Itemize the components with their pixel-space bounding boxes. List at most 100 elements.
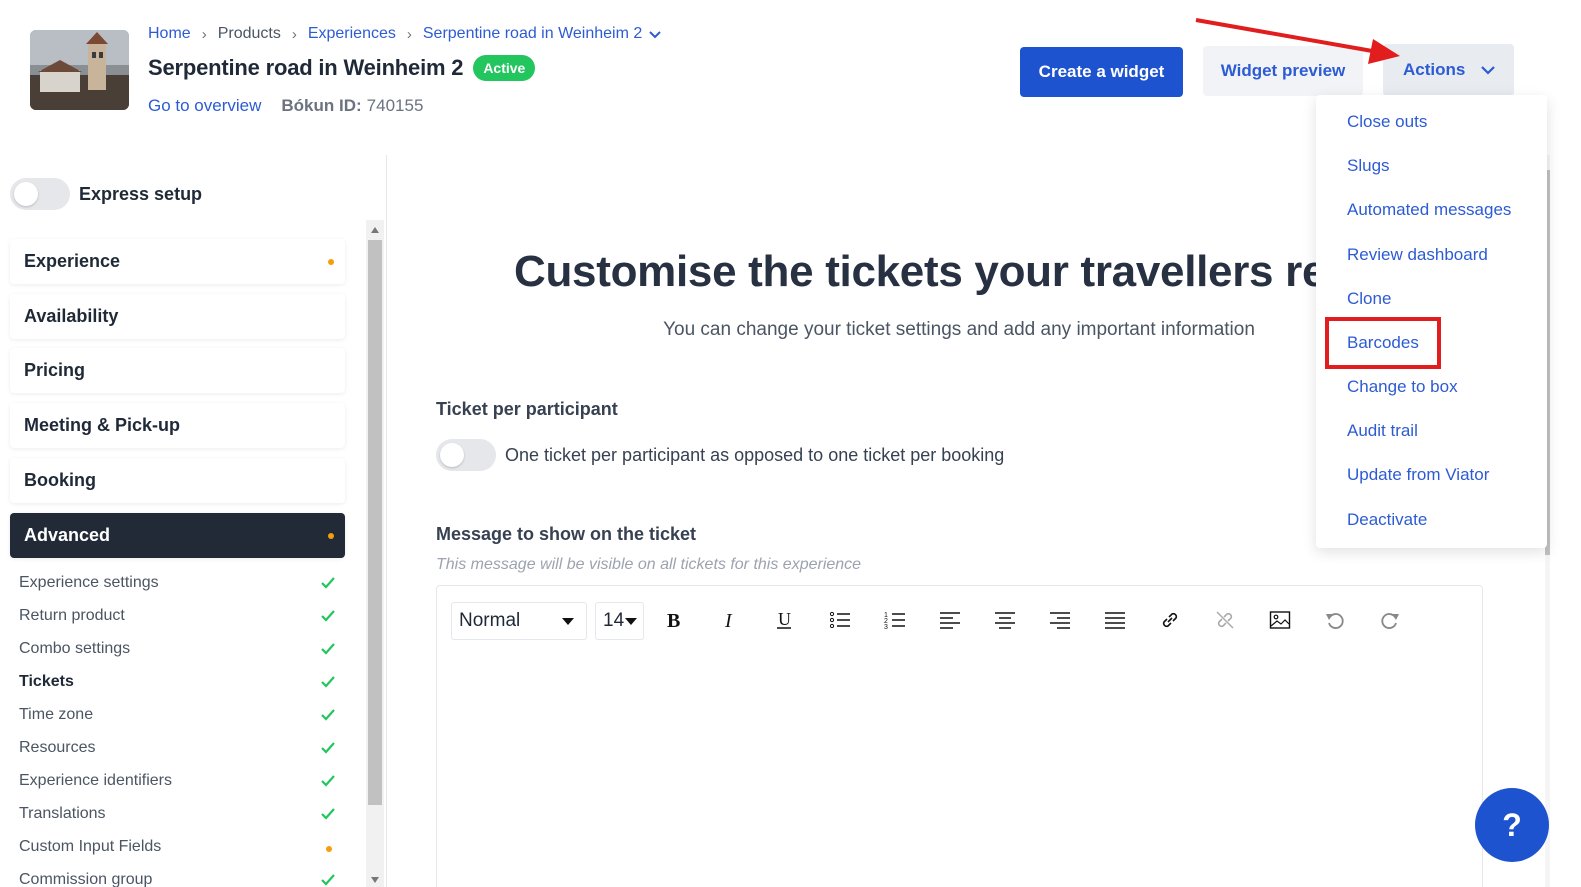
- subitem-label: Time zone: [19, 706, 94, 723]
- subitem-translations[interactable]: Translations: [19, 805, 337, 827]
- check-icon: [321, 775, 335, 787]
- svg-text:B: B: [667, 610, 680, 630]
- menu-item-clone[interactable]: Clone: [1347, 289, 1391, 309]
- scrollbar-thumb[interactable]: [368, 240, 382, 805]
- check-icon: [321, 742, 335, 754]
- subitem-label: Translations: [19, 805, 106, 822]
- menu-item-close-outs[interactable]: Close outs: [1347, 112, 1427, 132]
- check-icon: [321, 808, 335, 820]
- chevron-down-icon[interactable]: [648, 27, 662, 41]
- italic-icon[interactable]: I: [716, 607, 742, 633]
- sidebar-item-meeting-pickup[interactable]: Meeting & Pick-up: [10, 403, 345, 448]
- ticket-per-participant-text: One ticket per participant as opposed to…: [505, 444, 1005, 465]
- link-icon[interactable]: [1157, 607, 1183, 633]
- sidebar-item-label: Availability: [24, 306, 119, 326]
- align-right-icon[interactable]: [1047, 607, 1073, 633]
- breadcrumb-products[interactable]: Products: [218, 25, 281, 43]
- sidebar-item-experience[interactable]: Experience: [10, 239, 345, 284]
- sidebar-item-pricing[interactable]: Pricing: [10, 348, 345, 393]
- actions-button[interactable]: Actions: [1383, 44, 1514, 96]
- create-widget-button[interactable]: Create a widget: [1020, 47, 1183, 97]
- breadcrumb-home[interactable]: Home: [148, 25, 191, 43]
- align-center-icon[interactable]: [992, 607, 1018, 633]
- sidebar-item-label: Experience: [24, 251, 121, 271]
- redo-icon[interactable]: [1377, 607, 1403, 633]
- ticket-per-participant-toggle[interactable]: [436, 439, 496, 471]
- title-row: Serpentine road in Weinheim 2 Active: [148, 55, 536, 81]
- status-dot-icon: [326, 846, 332, 852]
- numbered-list-icon[interactable]: 123: [882, 607, 908, 633]
- underline-icon[interactable]: U: [771, 607, 797, 633]
- subitem-label: Experience identifiers: [19, 772, 172, 789]
- menu-item-audit-trail[interactable]: Audit trail: [1347, 421, 1418, 441]
- widget-preview-button[interactable]: Widget preview: [1203, 46, 1363, 96]
- title-subrow: Go to overview Bókun ID: 740155: [148, 96, 423, 116]
- menu-item-update-from-viator[interactable]: Update from Viator: [1347, 465, 1489, 485]
- sidebar-item-label: Advanced: [24, 525, 111, 545]
- check-icon: [321, 709, 335, 721]
- sidebar-item-booking[interactable]: Booking: [10, 458, 345, 503]
- subitem-time-zone[interactable]: Time zone: [19, 706, 337, 728]
- status-dot-icon: [328, 259, 334, 265]
- sidebar-item-advanced[interactable]: Advanced: [10, 513, 345, 558]
- breadcrumb-separator-icon: ›: [201, 25, 207, 43]
- undo-icon[interactable]: [1322, 607, 1348, 633]
- message-hint: This message will be visible on all tick…: [436, 556, 862, 573]
- experience-thumbnail: [30, 30, 129, 110]
- rich-text-editor[interactable]: Normal 14 B I U 123: [436, 585, 1483, 887]
- express-setup: Express setup: [10, 178, 202, 210]
- subitem-tickets[interactable]: Tickets: [19, 673, 337, 695]
- scroll-up-arrow-icon[interactable]: [370, 225, 380, 235]
- help-button[interactable]: ?: [1475, 788, 1549, 862]
- subitem-resources[interactable]: Resources: [19, 739, 337, 761]
- subitem-custom-input-fields[interactable]: Custom Input Fields: [19, 838, 337, 860]
- express-setup-label: Express setup: [79, 183, 203, 204]
- caret-down-icon: [562, 618, 574, 625]
- subitem-label: Resources: [19, 739, 96, 756]
- subitem-label: Commission group: [19, 871, 153, 887]
- sidebar-scrollbar[interactable]: [366, 220, 384, 887]
- font-size-select[interactable]: 14: [595, 602, 644, 640]
- format-select-value: Normal: [459, 610, 521, 631]
- menu-item-automated-messages[interactable]: Automated messages: [1347, 200, 1511, 220]
- page-header: Home › Products › Experiences › Serpenti…: [0, 0, 1545, 155]
- subitem-combo-settings[interactable]: Combo settings: [19, 640, 337, 662]
- breadcrumb-separator-icon: ›: [291, 25, 297, 43]
- breadcrumb-experiences[interactable]: Experiences: [308, 25, 396, 43]
- sidebar: Express setup Experience Availability Pr…: [0, 155, 387, 887]
- check-icon: [321, 874, 335, 886]
- menu-item-slugs[interactable]: Slugs: [1347, 156, 1390, 176]
- go-to-overview-link[interactable]: Go to overview: [148, 96, 261, 116]
- status-badge: Active: [473, 55, 536, 81]
- subitem-commission-group[interactable]: Commission group: [19, 871, 337, 887]
- subitem-label: Combo settings: [19, 640, 131, 657]
- menu-item-deactivate[interactable]: Deactivate: [1347, 510, 1427, 530]
- ticket-per-participant-row: One ticket per participant as opposed to…: [436, 439, 1004, 471]
- format-select[interactable]: Normal: [451, 602, 587, 640]
- bokun-id-value: 740155: [366, 96, 424, 115]
- sidebar-item-label: Pricing: [24, 360, 86, 380]
- sidebar-item-availability[interactable]: Availability: [10, 294, 345, 339]
- sidebar-item-label: Booking: [24, 470, 96, 490]
- align-left-icon[interactable]: [937, 607, 963, 633]
- status-dot-icon: [328, 533, 334, 539]
- menu-item-change-to-box[interactable]: Change to box: [1347, 377, 1458, 397]
- menu-item-review-dashboard[interactable]: Review dashboard: [1347, 245, 1488, 265]
- font-size-select-value: 14: [603, 610, 625, 631]
- scroll-down-arrow-icon[interactable]: [370, 875, 380, 885]
- subitem-return-product[interactable]: Return product: [19, 607, 337, 629]
- breadcrumb-separator-icon: ›: [406, 25, 412, 43]
- express-setup-toggle[interactable]: [10, 178, 70, 210]
- subitem-label: Experience settings: [19, 574, 159, 591]
- ticket-per-participant-label: Ticket per participant: [436, 399, 618, 419]
- unlink-icon[interactable]: [1212, 607, 1238, 633]
- svg-text:U: U: [778, 610, 791, 629]
- image-icon[interactable]: [1267, 607, 1293, 633]
- bullet-list-icon[interactable]: [827, 607, 853, 633]
- subitem-experience-identifiers[interactable]: Experience identifiers: [19, 772, 337, 794]
- align-justify-icon[interactable]: [1102, 607, 1128, 633]
- breadcrumb-current[interactable]: Serpentine road in Weinheim 2: [423, 25, 642, 43]
- bold-icon[interactable]: B: [661, 607, 687, 633]
- subitem-experience-settings[interactable]: Experience settings: [19, 574, 337, 596]
- svg-text:I: I: [724, 610, 733, 630]
